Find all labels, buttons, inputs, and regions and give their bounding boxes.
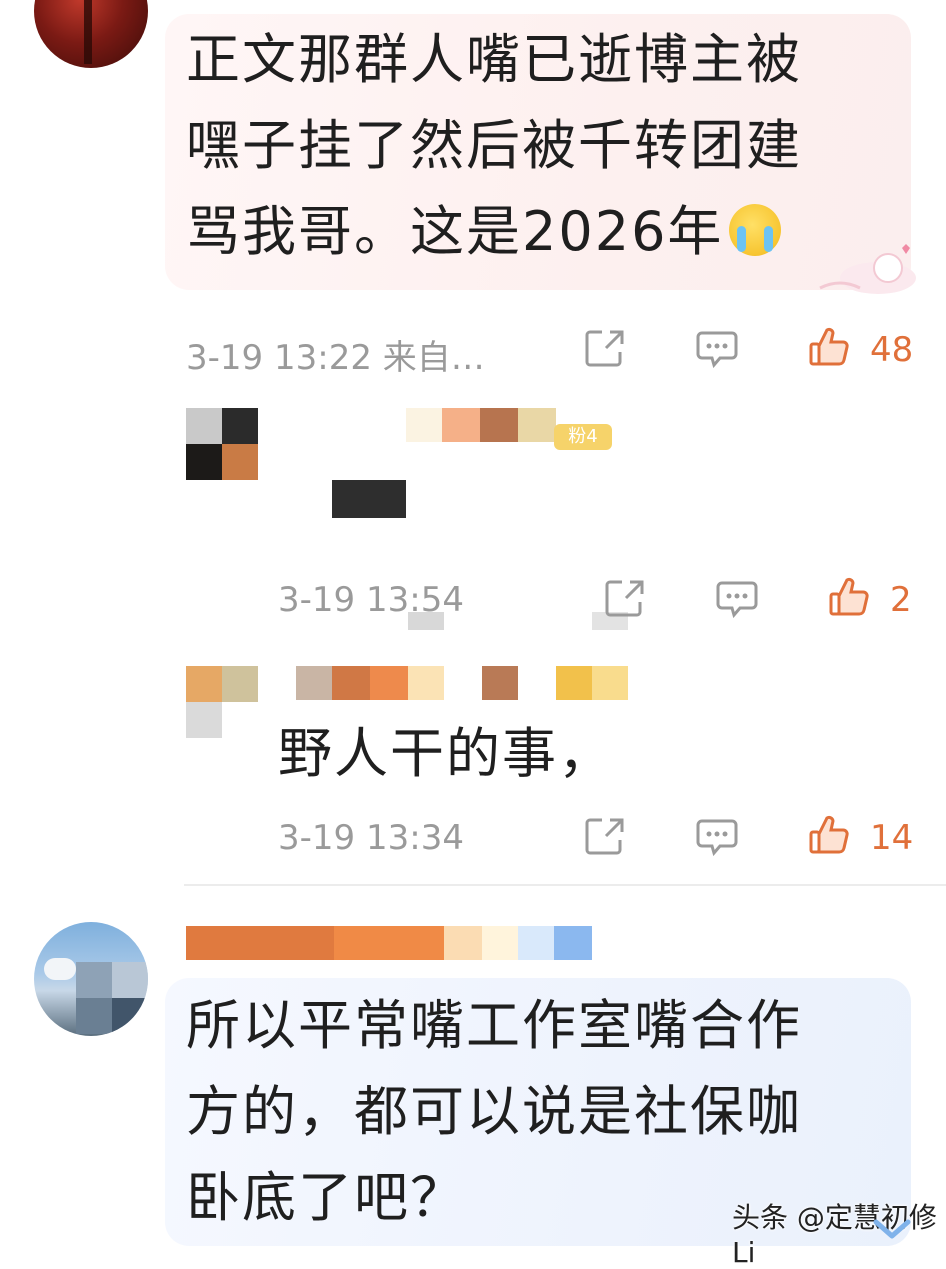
redacted-username-block [482, 666, 518, 700]
redaction-smudge [408, 612, 444, 630]
avatar-block [76, 998, 112, 1034]
avatar-cloud [44, 958, 76, 980]
reply-avatar-block [186, 444, 222, 480]
redacted-username-block [444, 926, 482, 960]
reply-text: 野人干的事， [278, 722, 614, 785]
redacted-username[interactable] [296, 666, 332, 700]
avatar-block [112, 962, 148, 998]
redacted-username-block [482, 926, 518, 960]
redacted-username[interactable] [186, 926, 334, 960]
comment-line: 嘿子挂了然后被千转团建 [186, 114, 802, 177]
thumbs-up-icon[interactable] [808, 814, 850, 856]
share-icon[interactable] [604, 578, 646, 618]
thumbs-up-icon[interactable] [808, 326, 850, 368]
avatar-block [112, 998, 148, 1034]
comment-line: 骂我哥。这是2026年 [186, 192, 782, 272]
comment-line: 方的，都可以说是社保咖 [186, 1080, 802, 1143]
redacted-reply-text [332, 480, 406, 518]
like-count: 2 [890, 580, 912, 620]
comment-line-text: 骂我哥。这是2026年 [186, 200, 724, 263]
crying-face-emoji-icon [729, 204, 782, 256]
redacted-username-block [592, 666, 628, 700]
comment-line: 所以平常嘴工作室嘴合作 [186, 994, 802, 1057]
redacted-username-block [332, 666, 370, 700]
redacted-username-block [370, 666, 408, 700]
redacted-username-block [334, 926, 444, 960]
comment-icon[interactable] [696, 818, 738, 856]
redacted-username-block [408, 666, 444, 700]
reply-avatar[interactable] [186, 408, 222, 444]
avatar-image [84, 0, 92, 64]
like-count: 14 [870, 818, 914, 858]
chevron-down-icon [873, 1219, 911, 1239]
reply-avatar[interactable] [186, 666, 222, 702]
comment-icon[interactable] [716, 580, 758, 618]
comment-timestamp: 3-19 13:22 来自… [186, 338, 485, 378]
redacted-username-block [480, 408, 518, 442]
divider [184, 884, 946, 886]
fan-level-badge: 粉4 [554, 424, 612, 450]
reply-timestamp: 3-19 13:34 [278, 818, 464, 858]
avatar-block [76, 962, 112, 998]
reply-avatar-block [222, 444, 258, 480]
share-icon[interactable] [584, 328, 626, 368]
reply-avatar-block [186, 702, 222, 738]
like-count: 48 [870, 330, 914, 370]
redacted-username[interactable] [406, 408, 442, 442]
comment-line: 正文那群人嘴已逝博主被 [186, 28, 802, 91]
thumbs-up-icon[interactable] [828, 576, 870, 618]
reply-avatar-block [222, 666, 258, 702]
redacted-username-block [442, 408, 480, 442]
share-icon[interactable] [584, 816, 626, 856]
avatar[interactable] [34, 922, 148, 1036]
comment-icon[interactable] [696, 330, 738, 368]
comment-line: 卧底了吧？ [186, 1166, 466, 1229]
redacted-username-block [556, 666, 592, 700]
reply-avatar-block [222, 408, 258, 444]
watermark: 头条 @定慧初修Li [732, 1201, 937, 1269]
redacted-username-block [518, 408, 556, 442]
redacted-username-block [554, 926, 592, 960]
redacted-username-block [518, 926, 554, 960]
cat-sticker-icon [819, 244, 916, 294]
avatar[interactable] [34, 0, 148, 68]
